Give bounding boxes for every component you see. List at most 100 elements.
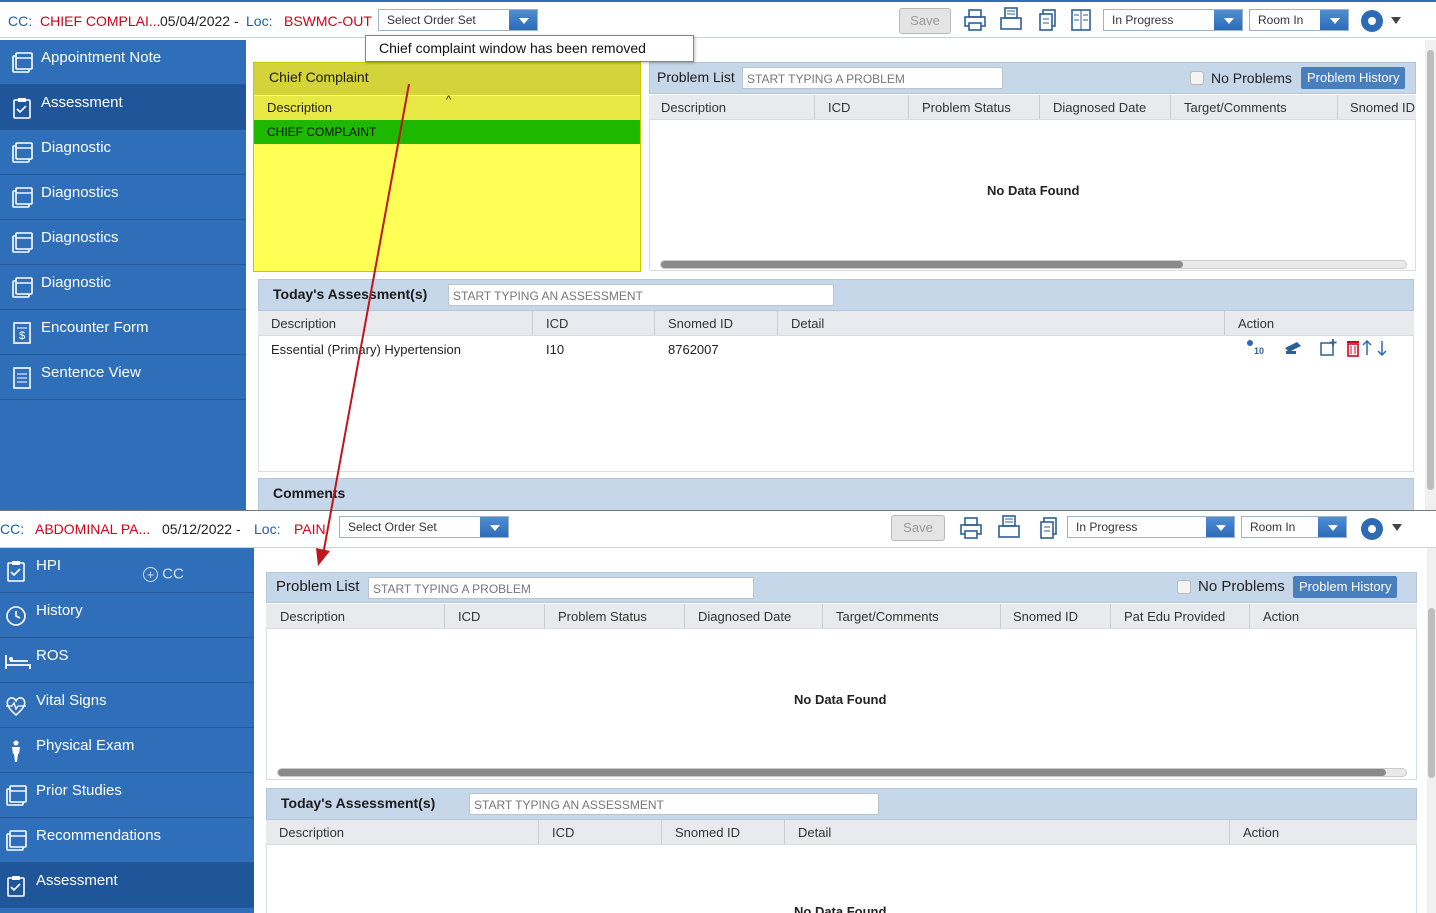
sidebar-item-sentence-view[interactable]: Sentence View <box>0 355 246 400</box>
column-diagnosed-date[interactable]: Diagnosed Date <box>698 609 791 624</box>
horizontal-scrollbar[interactable] <box>277 768 1407 777</box>
print-icon[interactable] <box>959 516 983 540</box>
problem-history-button[interactable]: Problem History <box>1293 576 1398 598</box>
column-problem-status[interactable]: Problem Status <box>558 609 647 624</box>
column-target-comments[interactable]: Target/Comments <box>836 609 939 624</box>
no-problems-checkbox[interactable] <box>1177 580 1191 594</box>
problem-history-button[interactable]: Problem History <box>1301 67 1406 89</box>
sidebar-item-history[interactable]: History <box>0 593 254 638</box>
problem-search-input[interactable]: START TYPING A PROBLEM <box>368 577 754 599</box>
sidebar-item-encounter-form[interactable]: $ Encounter Form <box>0 310 246 355</box>
assessment-search-input[interactable]: START TYPING AN ASSESSMENT <box>448 284 834 306</box>
column-divider[interactable] <box>1000 604 1001 628</box>
column-divider[interactable] <box>444 604 445 628</box>
sidebar-item-diagnostic[interactable]: Diagnostic <box>0 130 246 175</box>
column-action[interactable]: Action <box>1238 316 1274 331</box>
column-description[interactable]: Description <box>661 100 726 115</box>
status-select[interactable]: In Progress <box>1067 516 1235 538</box>
column-icd[interactable]: ICD <box>458 609 480 624</box>
column-action[interactable]: Action <box>1263 609 1299 624</box>
horizontal-scrollbar[interactable] <box>660 260 1407 269</box>
column-divider[interactable] <box>814 95 815 119</box>
sidebar-item-assessment[interactable]: Assessment <box>0 85 246 130</box>
sidebar-item-hpi[interactable]: HPI <box>0 548 254 593</box>
add-note-icon[interactable] <box>1319 339 1337 357</box>
column-snomed-id[interactable]: Snomed ID <box>668 316 733 331</box>
column-divider[interactable] <box>822 604 823 628</box>
sidebar-item-ros[interactable]: ROS <box>0 638 254 683</box>
column-divider[interactable] <box>661 820 662 844</box>
loc-value[interactable]: PAIN <box>294 521 326 537</box>
column-icd[interactable]: ICD <box>546 316 568 331</box>
problem-search-input[interactable]: START TYPING A PROBLEM <box>742 67 1003 89</box>
column-detail[interactable]: Detail <box>791 316 824 331</box>
column-divider[interactable] <box>1224 311 1225 335</box>
vertical-scrollbar[interactable] <box>1425 40 1436 511</box>
add-cc-button[interactable]: + CC <box>143 565 184 583</box>
column-description[interactable]: Description <box>279 825 344 840</box>
sidebar-item-diagnostic[interactable]: Diagnostic <box>0 265 246 310</box>
column-target-comments[interactable]: Target/Comments <box>1184 100 1287 115</box>
caret-down-icon[interactable] <box>1391 17 1401 24</box>
order-set-select[interactable]: Select Order Set <box>378 9 538 31</box>
print-list-icon[interactable] <box>997 515 1021 539</box>
move-down-icon[interactable] <box>1376 340 1388 356</box>
sidebar-item-diagnostics[interactable]: Diagnostics <box>0 220 246 265</box>
copy-document-icon[interactable] <box>1036 8 1060 32</box>
sidebar-item-appointment-note[interactable]: Appointment Note <box>0 40 246 85</box>
print-icon[interactable] <box>963 8 987 32</box>
column-icd[interactable]: ICD <box>552 825 574 840</box>
sidebar-item-physical-exam[interactable]: Physical Exam <box>0 728 254 773</box>
no-problems-checkbox[interactable] <box>1190 71 1204 85</box>
delete-icon[interactable] <box>1345 339 1361 357</box>
column-divider[interactable] <box>684 604 685 628</box>
column-divider[interactable] <box>1229 820 1230 844</box>
column-divider[interactable] <box>1170 95 1171 119</box>
column-snomed-id[interactable]: Snomed ID <box>675 825 740 840</box>
column-description[interactable]: Description <box>271 316 336 331</box>
column-divider[interactable] <box>1039 95 1040 119</box>
sidebar-item-assessment[interactable]: Assessment <box>0 863 254 908</box>
column-action[interactable]: Action <box>1243 825 1279 840</box>
column-icd[interactable]: ICD <box>828 100 850 115</box>
cc-value[interactable]: CHIEF COMPLAI... <box>40 13 161 29</box>
column-divider[interactable] <box>1249 604 1250 628</box>
column-divider[interactable] <box>1110 604 1111 628</box>
loc-value[interactable]: BSWMC-OUT <box>284 13 372 29</box>
column-divider[interactable] <box>538 820 539 844</box>
chief-complaint-column-header[interactable]: Description ^ <box>254 94 640 120</box>
column-snomed-id[interactable]: Snomed ID <box>1013 609 1078 624</box>
sidebar-item-diagnostics[interactable]: Diagnostics <box>0 175 246 220</box>
education-icon[interactable] <box>1283 340 1303 356</box>
status-select[interactable]: In Progress <box>1103 9 1243 31</box>
column-divider[interactable] <box>654 311 655 335</box>
column-divider[interactable] <box>544 604 545 628</box>
column-divider[interactable] <box>784 820 785 844</box>
room-select[interactable]: Room In <box>1241 516 1347 538</box>
column-description[interactable]: Description <box>280 609 345 624</box>
sidebar-item-vital-signs[interactable]: Vital Signs <box>0 683 254 728</box>
icd10-icon[interactable]: 10 <box>1246 339 1266 357</box>
cc-value[interactable]: ABDOMINAL PA... <box>35 521 150 537</box>
vertical-scrollbar[interactable] <box>1427 548 1436 913</box>
sidebar-item-recommendations[interactable]: Recommendations <box>0 818 254 863</box>
column-divider[interactable] <box>532 311 533 335</box>
print-list-icon[interactable] <box>999 7 1023 31</box>
gear-icon[interactable] <box>1361 518 1383 540</box>
column-detail[interactable]: Detail <box>798 825 831 840</box>
column-divider[interactable] <box>777 311 778 335</box>
report-icon[interactable] <box>1069 8 1093 32</box>
room-select[interactable]: Room In <box>1249 9 1349 31</box>
save-button[interactable]: Save <box>891 515 945 541</box>
column-snomed-id[interactable]: Snomed ID <box>1350 100 1415 115</box>
sidebar-item-prior-studies[interactable]: Prior Studies <box>0 773 254 818</box>
order-set-select[interactable]: Select Order Set <box>339 516 509 538</box>
chief-complaint-row[interactable]: CHIEF COMPLAINT <box>254 120 640 144</box>
column-pat-edu-provided[interactable]: Pat Edu Provided <box>1124 609 1225 624</box>
sort-icon[interactable]: ^ <box>446 94 451 106</box>
column-diagnosed-date[interactable]: Diagnosed Date <box>1053 100 1146 115</box>
save-button[interactable]: Save <box>899 8 951 34</box>
assessment-search-input[interactable]: START TYPING AN ASSESSMENT <box>469 793 879 815</box>
gear-icon[interactable] <box>1361 10 1383 32</box>
caret-down-icon[interactable] <box>1392 524 1402 531</box>
